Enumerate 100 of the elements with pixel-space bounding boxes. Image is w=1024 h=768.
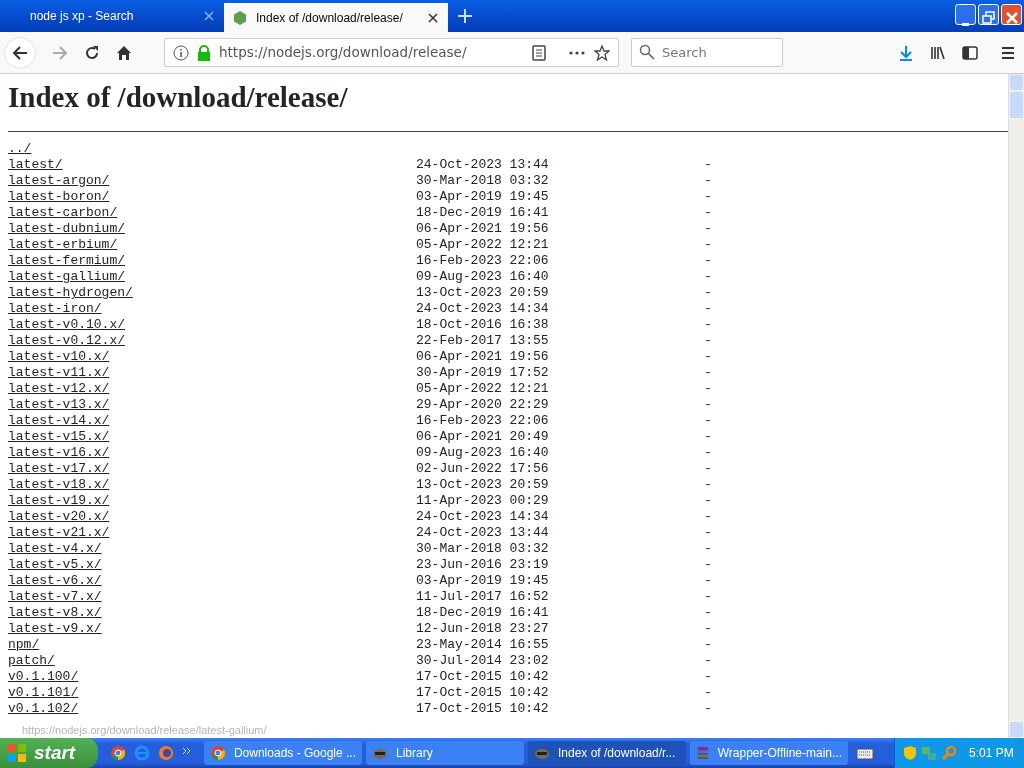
modified-date: 11-Jul-2017 16:52 [416,589,550,605]
modified-date: 13-Oct-2023 20:59 [416,477,550,493]
directory-link[interactable]: latest-v16.x/ [8,445,110,460]
file-size: - [704,525,712,541]
directory-link[interactable]: latest-v13.x/ [8,397,110,412]
modified-date: 24-Oct-2023 14:34 [416,509,550,525]
file-size: - [704,381,712,397]
restore-button[interactable] [978,4,999,25]
directory-link[interactable]: latest-v21.x/ [8,525,110,540]
search-field[interactable]: Search [631,38,783,67]
modified-date: 24-Oct-2023 13:44 [416,157,550,173]
directory-link[interactable]: latest-v17.x/ [8,461,110,476]
directory-link[interactable]: latest-fermium/ [8,253,126,268]
modified-date: 23-May-2014 16:55 [416,637,550,653]
directory-link[interactable]: latest-iron/ [8,301,102,316]
info-icon [173,44,189,61]
directory-link[interactable]: latest-v10.x/ [8,349,110,364]
directory-link[interactable]: latest-v19.x/ [8,493,110,508]
file-size: - [704,333,712,349]
directory-link[interactable]: latest-v6.x/ [8,573,102,588]
browser-tab[interactable]: node js xp - Search [0,0,224,32]
close-icon[interactable] [428,12,438,23]
back-button[interactable] [4,36,36,69]
directory-link[interactable]: latest-v0.12.x/ [8,333,126,348]
modified-date: 06-Apr-2021 19:56 [416,221,550,237]
menu-icon[interactable] [1000,44,1016,61]
reader-view-icon[interactable] [532,44,546,61]
minimize-button[interactable] [955,4,976,25]
directory-link[interactable]: latest-v15.x/ [8,429,110,444]
directory-link[interactable]: latest/ [8,157,63,172]
directory-link[interactable]: latest-gallium/ [8,269,126,284]
modified-date: 18-Oct-2016 16:38 [416,317,550,333]
directory-link[interactable]: latest-v18.x/ [8,477,110,492]
file-size: - [704,365,712,381]
taskbar-button[interactable]: Index of /download/r... [528,741,686,765]
directory-link[interactable]: latest-boron/ [8,189,110,204]
modified-date: 17-Oct-2015 10:42 [416,685,550,701]
new-tab-icon[interactable] [458,9,472,23]
library-icon[interactable] [930,44,946,61]
download-icon[interactable] [898,44,914,61]
clock: 5:01 PM [969,745,1014,762]
directory-link[interactable]: latest-v11.x/ [8,365,110,380]
directory-link[interactable]: latest-v5.x/ [8,557,102,572]
restore-icon [979,8,998,27]
modified-date: 29-Apr-2020 22:29 [416,397,550,413]
directory-link[interactable]: latest-v0.10.x/ [8,317,126,332]
directory-link[interactable]: ../ [8,141,32,156]
address-bar[interactable]: https://nodejs.org/download/release/ [164,38,619,67]
archive-icon [696,745,710,761]
firefox-icon[interactable] [158,745,174,761]
sidebar-icon[interactable] [962,44,978,61]
directory-link[interactable]: latest-erbium/ [8,237,118,252]
directory-link[interactable]: latest-v12.x/ [8,381,110,396]
modified-date: 09-Aug-2023 16:40 [416,269,550,285]
chrome-icon[interactable] [110,745,126,761]
home-icon[interactable] [116,44,132,61]
search-icon [639,44,655,60]
directory-link[interactable]: v0.1.102/ [8,701,79,716]
directory-link[interactable]: latest-v20.x/ [8,509,110,524]
reload-icon[interactable] [84,44,100,61]
modified-date: 16-Feb-2023 22:06 [416,413,550,429]
modified-date: 30-Mar-2018 03:32 [416,541,550,557]
file-size: - [704,397,712,413]
directory-link[interactable]: latest-hydrogen/ [8,285,133,300]
directory-link[interactable]: latest-v14.x/ [8,413,110,428]
modified-date: 16-Feb-2023 22:06 [416,253,550,269]
modified-date: 02-Jun-2022 17:56 [416,461,550,477]
modified-date: 13-Oct-2023 20:59 [416,285,550,301]
minimize-icon [962,22,969,26]
directory-link[interactable]: npm/ [8,637,40,652]
directory-link[interactable]: latest-dubnium/ [8,221,126,236]
modified-date: 06-Apr-2021 20:49 [416,429,550,445]
modified-date: 30-Mar-2018 03:32 [416,173,550,189]
taskbar-button[interactable]: Library [366,741,524,765]
chrome-icon [210,745,226,761]
file-size: - [704,541,712,557]
file-size: - [704,221,712,237]
directory-link[interactable]: patch/ [8,653,55,668]
file-size: - [704,573,712,589]
directory-link[interactable]: v0.1.101/ [8,685,79,700]
file-size: - [704,189,712,205]
directory-link[interactable]: latest-v8.x/ [8,605,102,620]
close-button[interactable] [1001,4,1022,25]
file-size: - [704,589,712,605]
taskbar-button[interactable]: Downloads - Google ... [204,741,362,765]
directory-link[interactable]: latest-v7.x/ [8,589,102,604]
taskbar-button[interactable]: Wrapper-Offline-main... [690,741,848,765]
modified-date: 05-Apr-2022 12:21 [416,237,550,253]
directory-link[interactable]: latest-argon/ [8,173,110,188]
directory-link[interactable]: v0.1.100/ [8,669,79,684]
scrollbar[interactable] [1008,74,1024,738]
browser-tab[interactable]: Index of /download/release/ [224,3,448,32]
directory-link[interactable]: latest-v4.x/ [8,541,102,556]
file-size: - [704,413,712,429]
modified-date: 11-Apr-2023 00:29 [416,493,550,509]
directory-link[interactable]: latest-v9.x/ [8,621,102,636]
file-size: - [704,429,712,445]
star-icon[interactable] [594,44,610,61]
file-size: - [704,269,712,285]
directory-link[interactable]: latest-carbon/ [8,205,118,220]
